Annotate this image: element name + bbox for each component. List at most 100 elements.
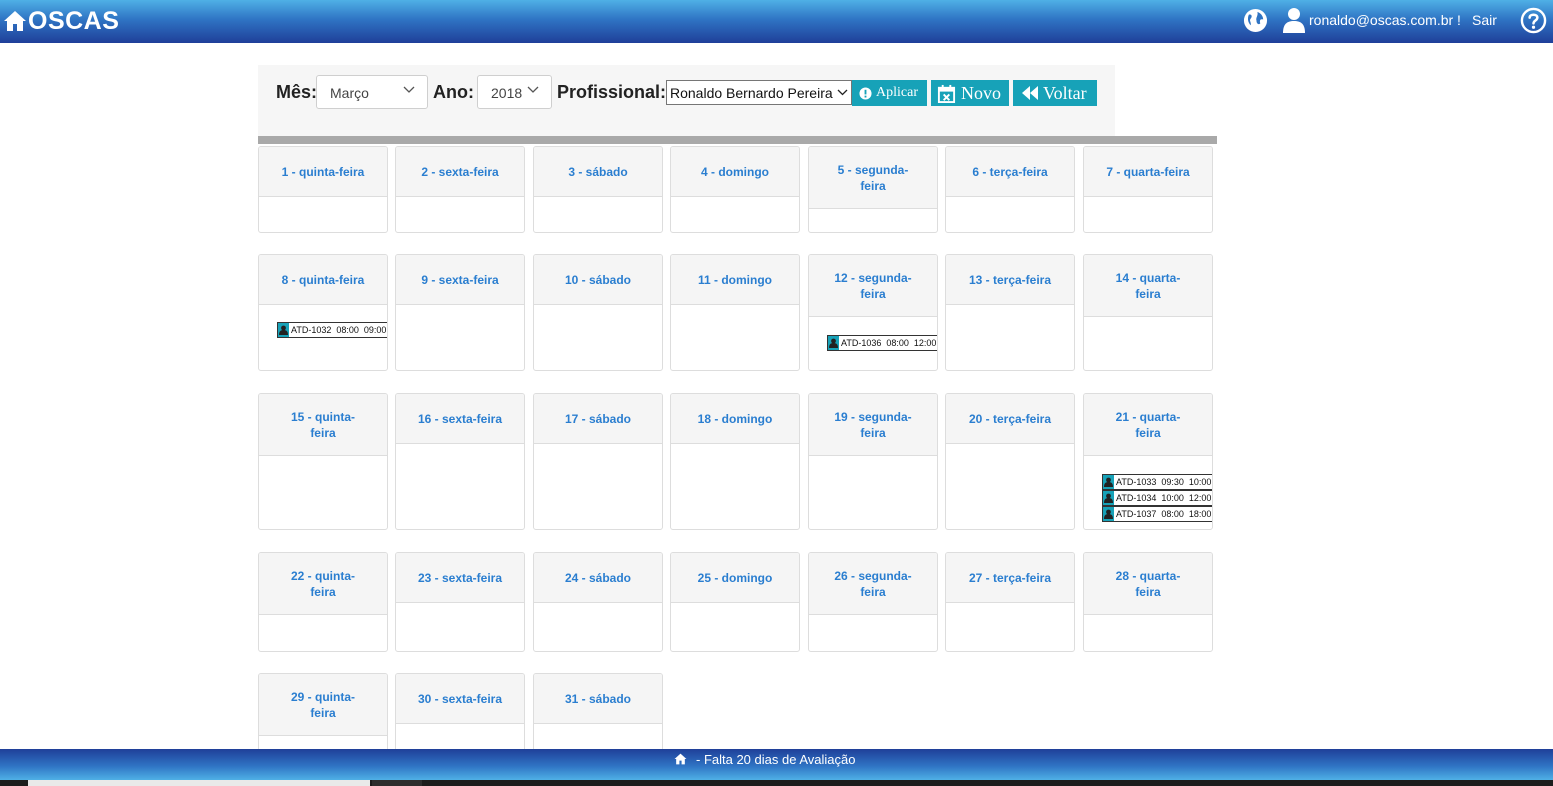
- day-card: 7 - quarta-feira: [1083, 146, 1213, 233]
- person-icon: [1103, 475, 1114, 489]
- day-card: 15 - quinta-feira: [258, 393, 388, 530]
- day-card: 2 - sexta-feira: [395, 146, 525, 233]
- day-header-link[interactable]: 2 - sexta-feira: [396, 147, 524, 197]
- help-icon[interactable]: [1520, 7, 1547, 34]
- day-header-link[interactable]: 16 - sexta-feira: [396, 394, 524, 444]
- year-label: Ano:: [433, 82, 474, 102]
- home-icon: [4, 11, 26, 31]
- day-header-link[interactable]: 5 - segunda-feira: [809, 147, 937, 209]
- month-select[interactable]: Março: [316, 75, 428, 109]
- day-header-link[interactable]: 1 - quinta-feira: [259, 147, 387, 197]
- day-header-link[interactable]: 15 - quinta-feira: [259, 394, 387, 456]
- day-header-link[interactable]: 31 - sábado: [534, 674, 662, 724]
- day-header-link[interactable]: 20 - terça-feira: [946, 394, 1074, 444]
- day-card: 24 - sábado: [533, 552, 663, 652]
- day-header-link[interactable]: 28 - quarta-feira: [1084, 553, 1212, 615]
- day-card: 21 - quarta-feira ATD-1033 09:30 10:00 ATD…: [1083, 393, 1213, 530]
- day-card: 28 - quarta-feira: [1083, 552, 1213, 652]
- day-header-link[interactable]: 25 - domingo: [671, 553, 799, 603]
- day-card: 10 - sábado: [533, 254, 663, 371]
- double-back-icon: [1022, 86, 1038, 100]
- day-card: 5 - segunda-feira: [808, 146, 938, 233]
- day-card: 23 - sexta-feira: [395, 552, 525, 652]
- chevron-down-icon: [837, 89, 848, 96]
- day-header-link[interactable]: 3 - sábado: [534, 147, 662, 197]
- day-card: 8 - quinta-feira ATD-1032 08:00 09:00: [258, 254, 388, 371]
- globe-icon[interactable]: [1243, 8, 1268, 33]
- person-icon: [828, 336, 839, 350]
- professional-select-value: Ronaldo Bernardo Pereira: [670, 85, 833, 101]
- appointment-chip[interactable]: ATD-1032 08:00 09:00: [277, 322, 387, 338]
- day-header-link[interactable]: 24 - sábado: [534, 553, 662, 603]
- back-button[interactable]: Voltar: [1013, 80, 1097, 106]
- new-button-label: Novo: [961, 82, 1001, 103]
- day-header-link[interactable]: 6 - terça-feira: [946, 147, 1074, 197]
- day-header-link[interactable]: 14 - quarta-feira: [1084, 255, 1212, 317]
- appointment-text: ATD-1034 10:00 12:00: [1116, 493, 1212, 503]
- professional-select[interactable]: Ronaldo Bernardo Pereira: [666, 80, 852, 105]
- taskbar-segment: [28, 780, 370, 786]
- apply-button-label: Aplicar: [876, 85, 918, 100]
- day-card: 3 - sábado: [533, 146, 663, 233]
- day-card: 17 - sábado: [533, 393, 663, 530]
- appointment-text: ATD-1036 08:00 12:00: [841, 338, 937, 348]
- day-card: 27 - terça-feira: [945, 552, 1075, 652]
- day-header-link[interactable]: 26 - segunda-feira: [809, 553, 937, 615]
- day-card: 20 - terça-feira: [945, 393, 1075, 530]
- day-header-link[interactable]: 22 - quinta-feira: [259, 553, 387, 615]
- apply-button[interactable]: Aplicar: [852, 80, 927, 106]
- appointment-chip[interactable]: ATD-1037 08:00 18:00: [1102, 506, 1212, 522]
- day-header-link[interactable]: 30 - sexta-feira: [396, 674, 524, 724]
- day-card: 14 - quarta-feira: [1083, 254, 1213, 371]
- day-card: 26 - segunda-feira: [808, 552, 938, 652]
- home-icon[interactable]: [674, 753, 687, 765]
- day-header-link[interactable]: 9 - sexta-feira: [396, 255, 524, 305]
- user-icon: [1283, 8, 1305, 33]
- brand-link[interactable]: OSCAS: [3, 6, 119, 36]
- brand-name: OSCAS: [28, 6, 120, 35]
- toolbar-divider: [258, 136, 1217, 144]
- day-header-link[interactable]: 23 - sexta-feira: [396, 553, 524, 603]
- day-header-link[interactable]: 8 - quinta-feira: [259, 255, 387, 305]
- day-card: 9 - sexta-feira: [395, 254, 525, 371]
- new-button[interactable]: Novo: [931, 80, 1009, 106]
- calendar-x-icon: [937, 84, 956, 103]
- day-card: 16 - sexta-feira: [395, 393, 525, 530]
- footer-bar: - Falta 20 dias de Avaliação: [0, 749, 1553, 780]
- day-header-link[interactable]: 11 - domingo: [671, 255, 799, 305]
- day-card: 1 - quinta-feira: [258, 146, 388, 233]
- day-header-link[interactable]: 27 - terça-feira: [946, 553, 1074, 603]
- day-card: 22 - quinta-feira: [258, 552, 388, 652]
- day-header-link[interactable]: 13 - terça-feira: [946, 255, 1074, 305]
- professional-label: Profissional:: [557, 82, 667, 102]
- day-card: 13 - terça-feira: [945, 254, 1075, 371]
- day-card: 11 - domingo: [670, 254, 800, 371]
- top-navbar: OSCAS ronaldo@oscas.com.br ! Sair: [0, 0, 1553, 43]
- year-select[interactable]: 2018: [477, 75, 552, 109]
- day-header-link[interactable]: 4 - domingo: [671, 147, 799, 197]
- person-icon: [278, 323, 289, 337]
- logout-link[interactable]: Sair: [1472, 12, 1497, 28]
- day-header-link[interactable]: 19 - segunda-feira: [809, 394, 937, 456]
- day-header-link[interactable]: 18 - domingo: [671, 394, 799, 444]
- taskbar-segment: [372, 780, 422, 786]
- appointment-chip[interactable]: ATD-1033 09:30 10:00: [1102, 474, 1212, 490]
- day-header-link[interactable]: 7 - quarta-feira: [1084, 147, 1212, 197]
- appointment-chip[interactable]: ATD-1034 10:00 12:00: [1102, 490, 1212, 506]
- appointment-chip[interactable]: ATD-1036 08:00 12:00: [827, 335, 937, 351]
- user-email-link[interactable]: ronaldo@oscas.com.br !: [1309, 12, 1461, 28]
- day-card: 18 - domingo: [670, 393, 800, 530]
- trial-message: - Falta 20 dias de Avaliação: [696, 752, 856, 767]
- day-header-link[interactable]: 10 - sábado: [534, 255, 662, 305]
- day-card: 6 - terça-feira: [945, 146, 1075, 233]
- appointment-text: ATD-1033 09:30 10:00: [1116, 477, 1212, 487]
- day-header-link[interactable]: 17 - sábado: [534, 394, 662, 444]
- day-header-link[interactable]: 29 - quinta-feira: [259, 674, 387, 736]
- day-card: 12 - segunda-feira ATD-1036 08:00 12:00: [808, 254, 938, 371]
- day-header-link[interactable]: 21 - quarta-feira: [1084, 394, 1212, 456]
- month-select-value: Março: [330, 85, 369, 101]
- day-header-link[interactable]: 12 - segunda-feira: [809, 255, 937, 317]
- os-taskbar: [0, 780, 1553, 786]
- day-card: 19 - segunda-feira: [808, 393, 938, 530]
- month-label: Mês:: [276, 82, 318, 102]
